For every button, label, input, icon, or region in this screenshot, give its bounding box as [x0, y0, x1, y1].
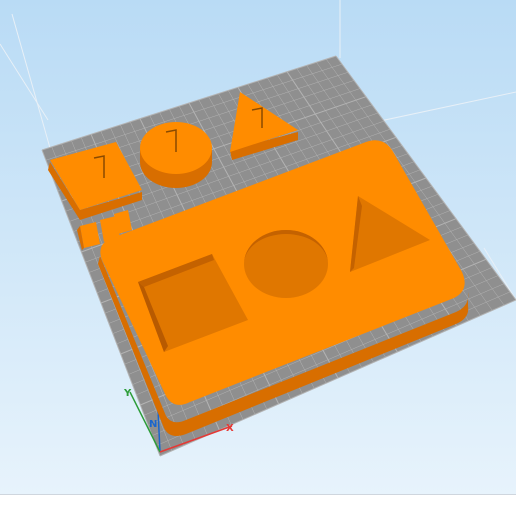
- circle-peg[interactable]: [140, 122, 212, 188]
- y-axis-label: Y: [123, 388, 132, 399]
- status-strip: [0, 494, 516, 517]
- z-axis-label: N: [149, 419, 157, 430]
- 3d-viewport[interactable]: X Y N: [0, 0, 516, 516]
- x-axis-label: X: [226, 423, 234, 434]
